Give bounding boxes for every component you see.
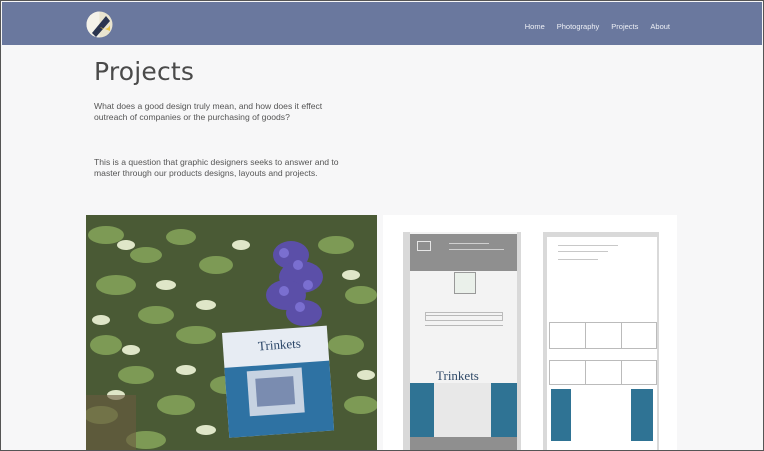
nav-about[interactable]: About — [650, 22, 670, 31]
mockup-tab-left-2 — [551, 389, 571, 441]
mockup-tab-right — [491, 383, 517, 437]
nav-photography[interactable]: Photography — [557, 22, 600, 31]
intro-paragraph-2: This is a question that graphic designer… — [94, 157, 339, 178]
main-nav: Home Photography Projects About — [525, 22, 670, 31]
mockup-header — [410, 234, 517, 271]
navbar: Home Photography Projects About — [2, 2, 762, 45]
mockup-footer — [410, 437, 517, 450]
page-title: Projects — [94, 57, 195, 86]
nav-home[interactable]: Home — [525, 22, 545, 31]
nav-projects[interactable]: Projects — [611, 22, 638, 31]
mockup-panel — [434, 383, 491, 437]
intro-paragraph-1: What does a good design truly mean, and … — [94, 101, 323, 122]
layout-mockups[interactable]: Trinkets — [383, 215, 677, 450]
mockup-grid-row-1 — [549, 322, 657, 349]
photo-book-title: Trinkets — [257, 336, 301, 354]
project-photo[interactable]: Trinkets — [86, 215, 377, 450]
mockup-grid-row-2 — [549, 360, 657, 385]
mockup-tab-left — [410, 383, 434, 437]
mockup-thumbnail — [454, 272, 476, 294]
logo-icon[interactable] — [86, 11, 113, 38]
page-frame: Home Photography Projects About Projects… — [0, 0, 764, 451]
mockup-title: Trinkets — [436, 368, 479, 383]
mockup-tab-right-2 — [631, 389, 653, 441]
mockup-logo-icon — [417, 241, 431, 251]
mockup-text-box — [425, 312, 503, 321]
